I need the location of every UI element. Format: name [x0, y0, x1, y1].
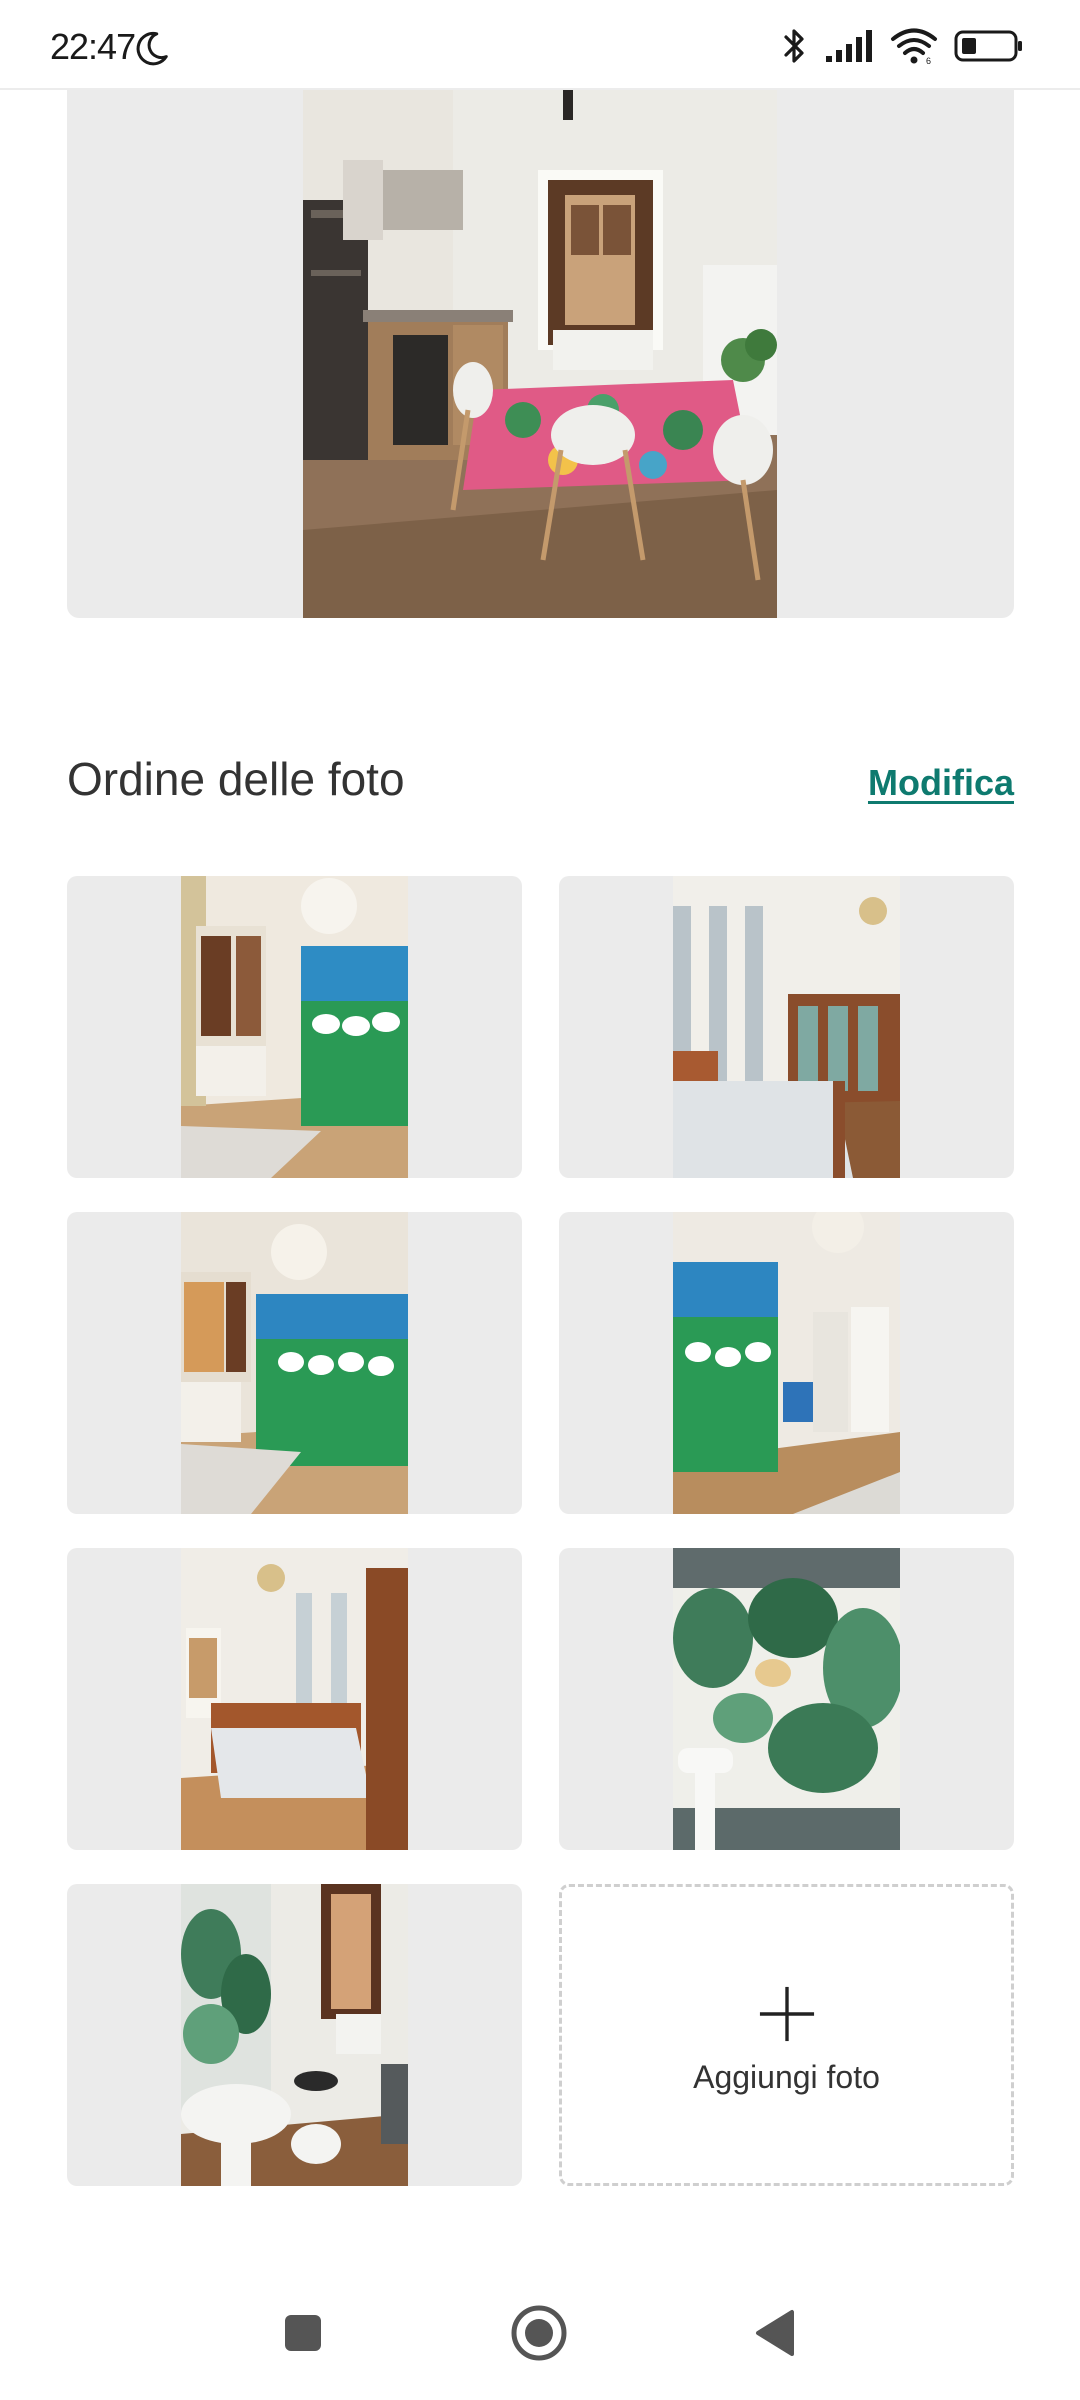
bedroom-geese-wardrobe-window — [181, 876, 408, 1178]
home-circle-icon — [511, 2305, 567, 2361]
photo-tile[interactable] — [67, 1884, 522, 2186]
svg-text:6: 6 — [926, 56, 931, 66]
back-triangle-icon — [756, 2310, 794, 2356]
recents-button[interactable] — [268, 2298, 338, 2368]
edit-link[interactable]: Modifica — [868, 762, 1014, 804]
photo-tile[interactable] — [67, 1548, 522, 1850]
signal-icon — [826, 30, 872, 62]
recents-square-icon — [285, 2315, 321, 2351]
photo-tile[interactable] — [67, 876, 522, 1178]
bedroom-double-bed-chandelier — [181, 1548, 408, 1850]
moon-icon — [136, 31, 168, 66]
bedroom-striped-wall-bed — [673, 876, 900, 1178]
bluetooth-icon — [784, 29, 804, 63]
battery-icon — [954, 30, 1022, 62]
back-button[interactable] — [740, 2298, 810, 2368]
add-photo-label: Aggiungi foto — [693, 2058, 880, 2095]
photo-tile[interactable] — [67, 1212, 522, 1514]
bathroom-toilet-sink-window — [181, 1884, 408, 2186]
status-icons: 6 — [782, 24, 1024, 68]
add-photo-button[interactable]: Aggiungi foto — [559, 1884, 1014, 2186]
photo-tile[interactable] — [559, 1548, 1014, 1850]
status-time: 22:47 — [50, 26, 136, 67]
photo-tile[interactable] — [559, 1212, 1014, 1514]
home-button[interactable] — [504, 2298, 574, 2368]
status-bar: 22:47 6 — [0, 0, 1080, 90]
wifi-icon: 6 — [891, 28, 937, 66]
system-nav-bar — [0, 2268, 1080, 2400]
section-title: Ordine delle foto — [67, 753, 405, 805]
photo-tile[interactable] — [559, 876, 1014, 1178]
hero-photo-frame[interactable] — [67, 90, 1014, 618]
plus-icon — [759, 1986, 814, 2041]
photo-grid: Aggiungi foto — [67, 876, 1014, 2186]
bathroom-tropical-wallpaper-sink — [673, 1548, 900, 1850]
kitchen-dining-room-photo — [303, 90, 777, 618]
bedroom-geese-wardrobe-doorway — [673, 1212, 900, 1514]
bedroom-geese-wardrobe-lamp — [181, 1212, 408, 1514]
